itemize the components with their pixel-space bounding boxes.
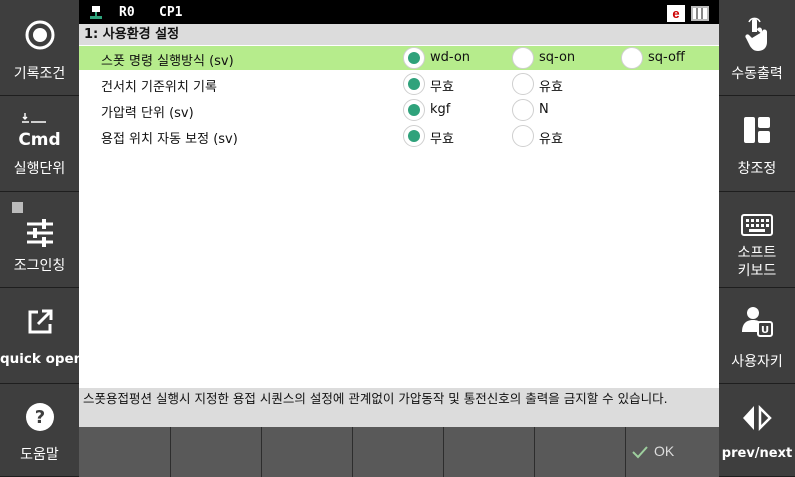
function-key-bar: OK <box>79 427 719 477</box>
radio-button[interactable] <box>403 99 425 121</box>
right-sidebar: 수동출력 창조정 소프트 키보드 U 사용자키 prev/next <box>719 0 795 477</box>
function-key[interactable] <box>443 427 534 477</box>
radio-label: kgf <box>430 102 451 117</box>
manual-output-label: 수동출력 <box>731 66 783 82</box>
function-key[interactable] <box>170 427 261 477</box>
window-adjust-label: 창조정 <box>737 161 777 177</box>
radio-button[interactable] <box>621 47 643 69</box>
radio-label: sq-off <box>648 50 685 65</box>
robot-indicator: R0 <box>119 5 135 20</box>
svg-text:U: U <box>761 325 769 336</box>
help-icon: ? <box>25 402 55 436</box>
radio-button[interactable] <box>512 47 534 69</box>
prev-next-label: prev/next <box>721 446 793 461</box>
radio-label: 유효 <box>539 80 563 95</box>
exec-unit-label: 실행단위 <box>13 161 66 177</box>
soft-keyboard-label-1: 소프트 <box>737 245 777 261</box>
function-key[interactable] <box>79 427 170 477</box>
help-button[interactable]: ? 도움말 <box>0 384 79 477</box>
user-key-button[interactable]: U 사용자키 <box>719 288 795 384</box>
radio-button[interactable] <box>512 73 534 95</box>
radio-label: 무효 <box>430 80 454 95</box>
user-key-label: 사용자키 <box>731 354 783 370</box>
radio-label: N <box>539 102 549 117</box>
record-condition-label: 기록조건 <box>13 66 66 82</box>
checkbox-indicator <box>12 202 23 213</box>
settings-row[interactable]: 스폿 명령 실행방식 (sv) wd-on sq-on sq-off <box>79 46 719 70</box>
svg-text:?: ? <box>34 407 44 428</box>
radio-button[interactable] <box>403 125 425 147</box>
exec-unit-button[interactable]: Cmd 실행단위 <box>0 96 79 192</box>
row-label: 용접 위치 자동 보정 (sv) <box>101 132 238 147</box>
quick-open-label: quick open <box>0 351 84 367</box>
function-key[interactable] <box>261 427 352 477</box>
row-label: 건서치 기준위치 기록 <box>101 80 217 95</box>
manual-output-button[interactable]: 수동출력 <box>719 0 795 96</box>
radio-label: wd-on <box>430 50 471 65</box>
window-layout-icon <box>743 116 771 148</box>
quick-open-button[interactable]: quick open <box>0 288 84 384</box>
ok-button[interactable]: OK <box>625 427 719 477</box>
cmd-text: Cmd <box>18 130 61 150</box>
help-text: 스폿용접펑션 실행시 지정한 용접 시퀀스의 설정에 관계없이 가압동작 및 통… <box>79 388 719 427</box>
top-status-bar: R0 CP1 e <box>79 0 719 24</box>
radio-button[interactable] <box>403 47 425 69</box>
jog-inching-button[interactable]: 조그인칭 <box>0 192 79 288</box>
radio-label: 유효 <box>539 132 563 147</box>
touch-hand-icon <box>744 16 770 56</box>
record-circle-icon <box>25 20 55 54</box>
user-key-icon: U <box>741 306 773 342</box>
settings-row[interactable]: 가압력 단위 (sv) kgf N <box>79 98 719 122</box>
check-icon <box>632 444 648 463</box>
ok-label: OK <box>654 443 675 459</box>
radio-button[interactable] <box>403 73 425 95</box>
network-icon <box>89 5 103 24</box>
settings-row[interactable]: 용접 위치 자동 보정 (sv) 무효 유효 <box>79 124 719 148</box>
window-adjust-button[interactable]: 창조정 <box>719 96 795 192</box>
soft-keyboard-button[interactable]: 소프트 키보드 <box>719 192 795 288</box>
row-label: 스폿 명령 실행방식 (sv) <box>101 54 234 69</box>
radio-button[interactable] <box>512 99 534 121</box>
radio-button[interactable] <box>512 125 534 147</box>
record-condition-button[interactable]: 기록조건 <box>0 0 79 96</box>
panel-title: 1: 사용환경 설정 <box>79 24 719 45</box>
radio-label: sq-on <box>539 50 576 65</box>
row-label: 가압력 단위 (sv) <box>101 106 194 121</box>
radio-label: 무효 <box>430 132 454 147</box>
cmd-icon <box>22 110 52 129</box>
help-label: 도움말 <box>20 447 59 463</box>
keyboard-icon <box>741 214 773 240</box>
function-key[interactable] <box>352 427 443 477</box>
settings-row[interactable]: 건서치 기준위치 기록 무효 유효 <box>79 72 719 96</box>
sliders-icon <box>25 219 55 251</box>
memory-icon <box>691 6 709 21</box>
left-sidebar: 기록조건 Cmd 실행단위 조그인칭 quick open ? 도움말 <box>0 0 84 477</box>
prev-next-button[interactable]: prev/next <box>719 384 795 477</box>
e-badge: e <box>667 5 685 22</box>
settings-panel: 1: 사용환경 설정 스폿 명령 실행방식 (sv) wd-on sq-on s… <box>79 24 719 388</box>
prev-next-icon <box>741 404 773 435</box>
function-key[interactable] <box>534 427 625 477</box>
external-link-icon <box>26 308 54 340</box>
jog-inching-label: 조그인칭 <box>13 258 66 274</box>
soft-keyboard-label-2: 키보드 <box>737 263 777 279</box>
program-indicator: CP1 <box>159 5 183 20</box>
